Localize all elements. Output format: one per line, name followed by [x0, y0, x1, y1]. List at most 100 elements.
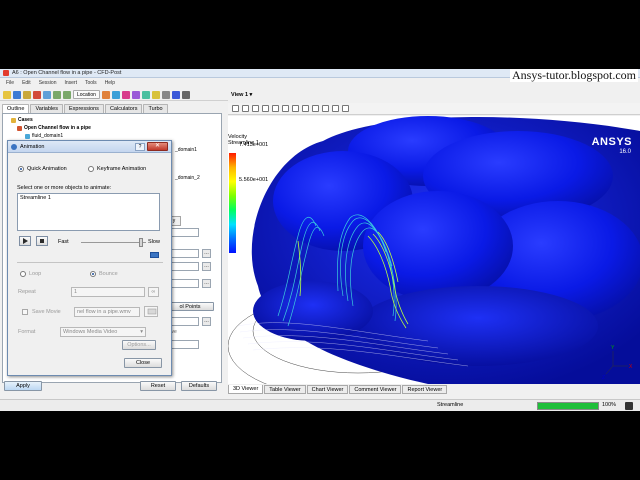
defaults-button[interactable]: Defaults: [181, 381, 217, 391]
format-select[interactable]: Windows Media Video ▾: [60, 327, 146, 337]
quick-animation-radio[interactable]: Quick Animation: [18, 166, 67, 172]
speed-slider-thumb[interactable]: [139, 238, 143, 247]
animation-icon[interactable]: [171, 90, 180, 99]
3d-viewer[interactable]: X Y Z Velocity Streamline 1 7.413e+001 5…: [228, 116, 640, 384]
menu-tools[interactable]: Tools: [85, 80, 97, 86]
legend-value-2: 5.560e+001: [239, 177, 269, 183]
seed-points-button[interactable]: ol Points: [166, 302, 214, 311]
rotate-icon[interactable]: [242, 105, 249, 112]
case-icon: [17, 125, 22, 131]
tab-comment-viewer[interactable]: Comment Viewer: [349, 385, 402, 394]
play-button[interactable]: [19, 236, 31, 246]
menu-edit[interactable]: Edit: [22, 80, 31, 86]
flow-lobe-7: [253, 281, 373, 341]
tab-turbo[interactable]: Turbo: [143, 104, 168, 113]
details-combo-4[interactable]: [171, 279, 199, 288]
menu-help[interactable]: Help: [105, 80, 115, 86]
apply-button[interactable]: Apply: [4, 381, 42, 391]
undo-icon[interactable]: [53, 90, 61, 99]
streamline-icon[interactable]: [121, 90, 130, 99]
details-button-row: Apply Reset Defaults: [0, 381, 226, 393]
open-icon[interactable]: [3, 90, 11, 99]
legend-value-3: 3.: [239, 204, 244, 210]
tab-chart-viewer[interactable]: Chart Viewer: [306, 385, 349, 394]
menu-insert[interactable]: Insert: [64, 80, 77, 86]
legend-max-value: 7.413e+001: [239, 142, 269, 148]
details-combo-6[interactable]: [171, 340, 199, 349]
speed-slider-track[interactable]: [81, 242, 146, 243]
legend-icon[interactable]: [161, 90, 170, 99]
movie-filename-input[interactable]: nel flow in a pipe.wmv: [74, 307, 140, 317]
tree-item-cases[interactable]: Cases: [5, 116, 215, 124]
chevron-down-icon: ▾: [140, 329, 143, 335]
details-combo-2[interactable]: [171, 249, 199, 258]
details-more-button-1[interactable]: …: [202, 249, 211, 258]
view-selector[interactable]: View 1 ▾: [228, 91, 255, 101]
format-selected-value: Windows Media Video: [63, 329, 118, 335]
loop-radio[interactable]: Loop: [20, 271, 41, 277]
contour-icon[interactable]: [111, 90, 120, 99]
browse-file-button[interactable]: [144, 306, 158, 317]
tab-3d-viewer[interactable]: 3D Viewer: [228, 385, 264, 394]
menu-session[interactable]: Session: [39, 80, 57, 86]
sync-view-icon[interactable]: [322, 105, 329, 112]
zoom-fit-icon[interactable]: [282, 105, 289, 112]
tab-calculators[interactable]: Calculators: [104, 104, 143, 113]
zoom-icon[interactable]: [262, 105, 269, 112]
tree-item-case[interactable]: Open Channel flow in a pipe: [5, 124, 215, 132]
tree-item-label: Cases: [18, 117, 33, 123]
details-more-button-3[interactable]: …: [202, 279, 211, 288]
repeat-infinite-button[interactable]: ∞: [148, 287, 159, 297]
repeat-input[interactable]: 1: [71, 287, 145, 297]
radio-dot: [20, 271, 26, 277]
tab-variables[interactable]: Variables: [30, 104, 63, 113]
volume-rendering-icon[interactable]: [141, 90, 150, 99]
save-icon[interactable]: [13, 90, 21, 99]
close-icon[interactable]: ✕: [147, 142, 168, 151]
load-icon[interactable]: [23, 90, 31, 99]
keyframe-animation-radio[interactable]: Keyframe Animation: [88, 166, 146, 172]
vector-icon[interactable]: [101, 90, 110, 99]
save-movie-checkbox[interactable]: [22, 309, 28, 315]
pan-icon[interactable]: [252, 105, 259, 112]
tab-table-viewer[interactable]: Table Viewer: [264, 385, 306, 394]
tab-outline[interactable]: Outline: [2, 104, 30, 113]
details-more-button-2[interactable]: …: [202, 262, 211, 271]
layout-icon[interactable]: [302, 105, 309, 112]
split-view-icon[interactable]: [312, 105, 319, 112]
calculator-icon[interactable]: [181, 90, 190, 99]
zoom-box-icon[interactable]: [272, 105, 279, 112]
reset-button[interactable]: Reset: [140, 381, 176, 391]
select-icon[interactable]: [232, 105, 239, 112]
animation-dialog: Animation ? ✕ Quick Animation Keyframe A…: [7, 140, 172, 376]
flow-lobe-5: [363, 191, 513, 301]
details-combo-5[interactable]: [171, 317, 199, 326]
menu-file[interactable]: File: [6, 80, 14, 86]
location-dropdown[interactable]: Location: [73, 90, 100, 99]
close-button[interactable]: Close: [124, 358, 162, 368]
details-combo-3[interactable]: [171, 262, 199, 271]
stop-button[interactable]: [36, 236, 48, 246]
bounce-radio[interactable]: Bounce: [90, 271, 118, 277]
text-icon[interactable]: [151, 90, 160, 99]
options-button[interactable]: Options...: [122, 340, 156, 350]
particle-track-icon[interactable]: [131, 90, 140, 99]
probe-icon[interactable]: [292, 105, 299, 112]
tree-item-domain[interactable]: fluid_domain1: [5, 132, 215, 140]
list-item[interactable]: Streamline 1: [18, 194, 159, 202]
details-combo-1[interactable]: [171, 228, 199, 237]
tab-report-viewer[interactable]: Report Viewer: [402, 385, 448, 394]
expand-options-icon[interactable]: [150, 252, 159, 258]
progress-fill: [538, 403, 598, 409]
hide-icon[interactable]: [342, 105, 349, 112]
help-button[interactable]: ?: [135, 143, 145, 151]
details-more-button-4[interactable]: …: [202, 317, 211, 326]
tab-expressions[interactable]: Expressions: [63, 104, 104, 113]
copy-view-icon[interactable]: [332, 105, 339, 112]
objects-listbox[interactable]: Streamline 1: [17, 193, 160, 231]
import-icon[interactable]: [33, 90, 41, 99]
stop-icon[interactable]: [625, 402, 633, 410]
dialog-title-bar: Animation ? ✕: [8, 141, 171, 153]
redo-icon[interactable]: [63, 90, 71, 99]
print-icon[interactable]: [43, 90, 51, 99]
